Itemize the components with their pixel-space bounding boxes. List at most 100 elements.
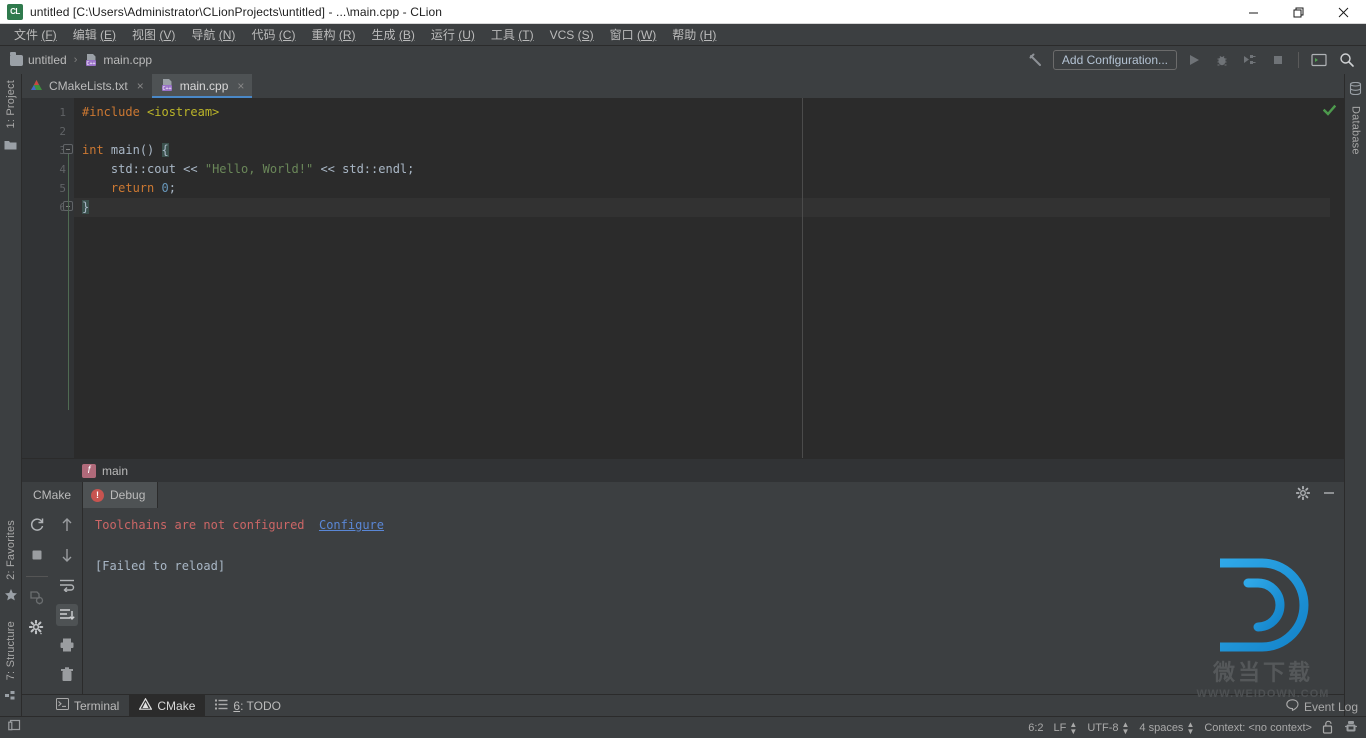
debug-icon[interactable] [1211, 49, 1233, 71]
cmake-tool-window-title: CMake [32, 488, 71, 502]
terminal-icon[interactable] [1308, 49, 1330, 71]
line-number: 2 [59, 125, 66, 138]
clion-window: CL untitled [C:\Users\Administrator\CLio… [0, 0, 1366, 738]
menu-window[interactable]: 窗口 (W) [602, 25, 665, 45]
tool-tab-cmake[interactable]: CMake [129, 695, 206, 716]
menu-edit[interactable]: 编辑 (E) [65, 25, 124, 45]
green-check-icon[interactable] [1322, 104, 1337, 122]
minimize-button[interactable] [1231, 0, 1276, 24]
close-button[interactable] [1321, 0, 1366, 24]
menu-navigate[interactable]: 导航 (N) [183, 25, 243, 45]
menu-refactor[interactable]: 重构 (R) [303, 25, 363, 45]
caret-position[interactable]: 6:2 [1028, 722, 1043, 734]
cmake-tool-window-header: CMake ! Debug [22, 482, 1344, 508]
clear-all-icon[interactable] [56, 664, 78, 686]
sidebar-item-favorites[interactable]: 2: Favorites [5, 514, 17, 586]
code-line-1: #include <iostream> [74, 103, 1330, 122]
scroll-to-end-icon[interactable] [56, 604, 78, 626]
cmake-console[interactable]: Toolchains are not configured Configure … [82, 508, 1344, 694]
sidebar-item-structure[interactable]: 7: Structure [5, 615, 17, 686]
code-token: 0 [161, 181, 169, 195]
menu-run-label: 运行 [430, 27, 455, 42]
project-folder-icon[interactable] [4, 138, 17, 156]
sidebar-item-project[interactable]: 1: Project [5, 74, 17, 134]
context-widget[interactable]: Context: <no context> [1204, 722, 1312, 734]
database-icon[interactable] [1349, 81, 1362, 100]
unlocked-icon[interactable] [1322, 720, 1334, 737]
cmake-action-column-right [52, 508, 82, 694]
hammer-icon[interactable] [1025, 49, 1047, 71]
down-arrow-icon[interactable] [56, 544, 78, 566]
breadcrumb-item-project[interactable]: untitled [28, 53, 67, 67]
structure-icon[interactable] [4, 688, 17, 706]
menu-view[interactable]: 视图 (V) [124, 25, 183, 45]
inspection-widget-icon[interactable] [1344, 720, 1358, 737]
stop-icon[interactable] [1267, 49, 1289, 71]
menu-edit-label: 编辑 [72, 27, 97, 42]
cmake-settings-icon[interactable] [26, 617, 48, 639]
tool-tab-todo[interactable]: 6: TODO [205, 695, 291, 716]
editor-column: CMakeLists.txt × C++ main.cpp × 1 2 4 5 … [22, 74, 1344, 716]
line-separator-widget[interactable]: LF ▲ ▼ [1054, 720, 1078, 736]
star-icon[interactable] [4, 588, 18, 607]
stop-icon[interactable] [26, 544, 48, 566]
reload-cmake-project-icon[interactable] [26, 514, 48, 536]
gear-icon[interactable] [1295, 485, 1311, 505]
tab-cmakelists-close-icon[interactable]: × [137, 80, 144, 92]
line-number: 4 [59, 163, 66, 176]
menu-run[interactable]: 运行 (U) [423, 25, 483, 45]
event-log-button[interactable]: Event Log [1286, 699, 1358, 714]
tab-main-cpp[interactable]: C++ main.cpp × [151, 74, 253, 98]
code-token: #include [82, 105, 148, 119]
encoding-widget[interactable]: UTF-8 ▲ ▼ [1087, 721, 1129, 736]
editor-scrollbar[interactable] [1322, 98, 1344, 458]
editor-breadcrumb-label[interactable]: main [102, 464, 128, 478]
configure-link[interactable]: Configure [319, 518, 384, 532]
cmake-action-column-left [22, 508, 52, 694]
sidebar-item-database[interactable]: Database [1350, 100, 1362, 161]
tool-tab-terminal[interactable]: Terminal [46, 695, 129, 716]
menu-edit-mnemonic: (E) [100, 27, 117, 42]
menu-vcs-mnemonic: (S) [577, 27, 594, 42]
toggle-toolwindows-icon[interactable] [8, 718, 22, 737]
menu-run-mnemonic: (U) [458, 27, 475, 42]
menu-window-mnemonic: (W) [636, 27, 657, 42]
menu-file[interactable]: 文件 (F) [6, 25, 65, 45]
build-settings-icon[interactable] [26, 587, 48, 609]
search-icon[interactable] [1336, 49, 1358, 71]
editor-gutter[interactable]: 1 2 3 4 5 6 [22, 98, 74, 458]
menu-vcs[interactable]: VCS (S) [542, 25, 602, 45]
add-configuration-button[interactable]: Add Configuration... [1052, 50, 1177, 70]
tab-debug[interactable]: ! Debug [82, 482, 159, 508]
indent-widget[interactable]: 4 spaces ▲ ▼ [1139, 721, 1194, 736]
tab-cmakelists[interactable]: CMakeLists.txt × [22, 74, 152, 98]
cmake-tool-window-body: Toolchains are not configured Configure … [22, 508, 1344, 694]
up-arrow-icon[interactable] [56, 514, 78, 536]
breadcrumb: untitled › C++ main.cpp [10, 51, 152, 67]
print-icon[interactable] [56, 634, 78, 656]
menu-code[interactable]: 代码 (C) [243, 25, 303, 45]
menu-navigate-label: 导航 [191, 27, 216, 42]
title-bar: CL untitled [C:\Users\Administrator\CLio… [0, 0, 1366, 24]
menu-help-mnemonic: (H) [699, 27, 717, 42]
fold-collapse-icon[interactable] [63, 144, 73, 154]
menu-build[interactable]: 生成 (B) [364, 25, 423, 45]
menu-tools[interactable]: 工具 (T) [483, 25, 542, 45]
chevron-updown-icon: ▲ ▼ [1069, 720, 1078, 736]
tab-main-cpp-close-icon[interactable]: × [237, 80, 244, 92]
breadcrumb-item-file[interactable]: main.cpp [103, 53, 152, 67]
run-with-coverage-icon[interactable] [1239, 49, 1261, 71]
code-editor[interactable]: 1 2 3 4 5 6 #include <iostream> int main… [22, 98, 1344, 458]
run-icon[interactable] [1183, 49, 1205, 71]
code-content[interactable]: #include <iostream> int main() { std::co… [74, 98, 1330, 458]
maximize-button[interactable] [1276, 0, 1321, 24]
menu-window-label: 窗口 [609, 27, 634, 42]
menu-help[interactable]: 帮助 (H) [664, 25, 724, 45]
tab-debug-label: Debug [110, 488, 146, 502]
editor-tabs: CMakeLists.txt × C++ main.cpp × [22, 74, 1344, 98]
soft-wrap-icon[interactable] [56, 574, 78, 596]
minimize-tool-window-icon[interactable] [1322, 486, 1336, 505]
menu-view-label: 视图 [132, 27, 157, 42]
clion-logo-icon: CL [7, 3, 23, 20]
